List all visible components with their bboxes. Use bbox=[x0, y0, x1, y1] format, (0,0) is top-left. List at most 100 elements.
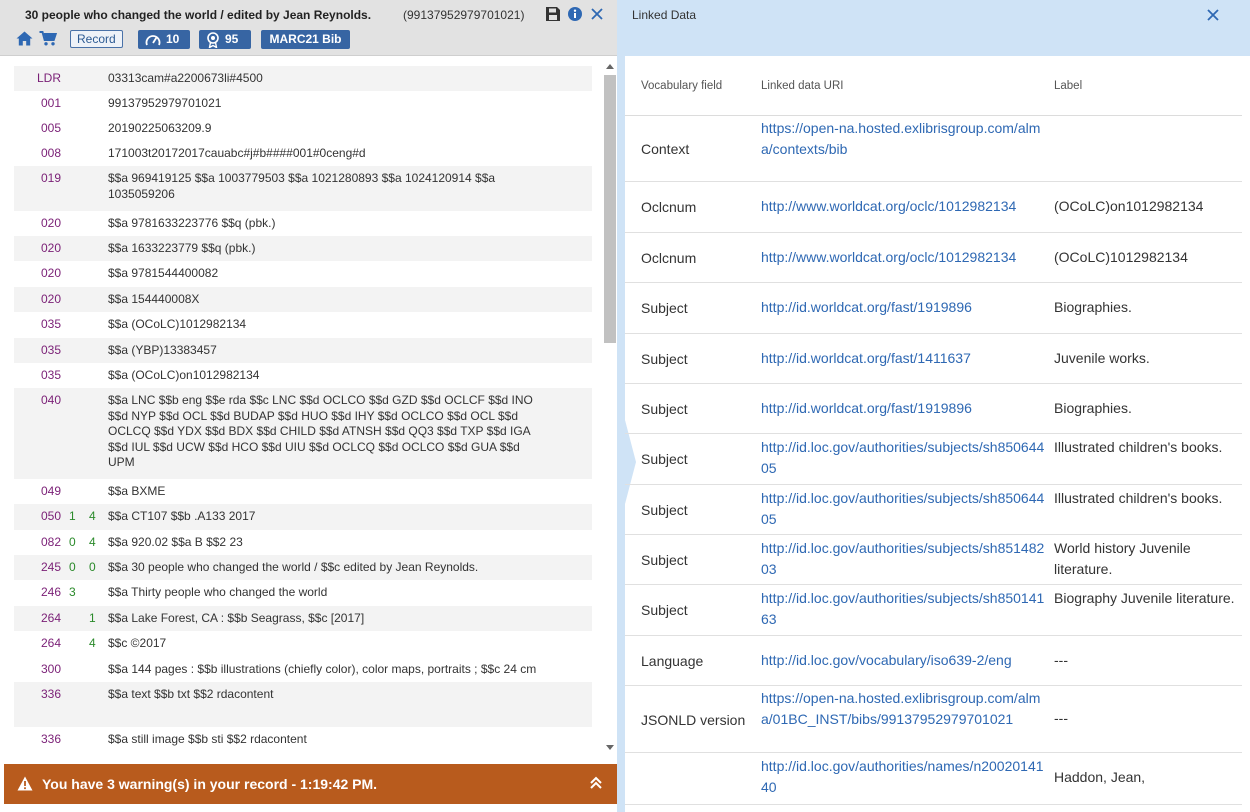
marc-field-row[interactable]: 300 $$a 144 pages : $$b illustrations (ch… bbox=[14, 657, 592, 682]
linked-data-row: Context https://open-na.hosted.exlibrisgr… bbox=[625, 116, 1242, 182]
scroll-down-arrow[interactable] bbox=[606, 745, 614, 750]
marc-field-row[interactable]: 020 $$a 154440008X bbox=[14, 287, 592, 312]
close-icon[interactable] bbox=[589, 6, 605, 22]
linked-data-uri-link[interactable]: https://open-na.hosted.exlibrisgroup.com… bbox=[761, 118, 1047, 160]
marc-tag: 245 bbox=[41, 560, 62, 574]
close-icon[interactable] bbox=[1205, 7, 1221, 23]
marc-editor-pane: 30 people who changed the world / edited… bbox=[0, 0, 617, 812]
marc-tag: LDR bbox=[37, 71, 62, 85]
save-icon[interactable] bbox=[545, 6, 561, 22]
linked-data-uri-link[interactable]: http://id.worldcat.org/fast/1919896 bbox=[761, 297, 1047, 318]
linked-data-uri-link[interactable]: http://id.loc.gov/authorities/subjects/s… bbox=[761, 437, 1047, 479]
linked-data-uri-link[interactable]: https://open-na.hosted.exlibrisgroup.com… bbox=[761, 688, 1047, 730]
linked-data-uri-link[interactable]: http://www.worldcat.org/oclc/1012982134 bbox=[761, 247, 1047, 268]
linked-data-row: Subject http://id.loc.gov/authorities/sub… bbox=[625, 585, 1242, 636]
marc-tag: 005 bbox=[41, 121, 62, 135]
scroll-up-arrow[interactable] bbox=[606, 64, 614, 69]
chevron-double-up-icon[interactable] bbox=[589, 776, 603, 790]
vocabulary-field: Subject bbox=[641, 451, 688, 467]
marc-field-row[interactable]: 264 4 $$c ©2017 bbox=[14, 631, 592, 657]
linked-data-label: --- bbox=[1054, 710, 1068, 726]
marc-field-row[interactable]: 245 0 0 $$a 30 people who changed the world… bbox=[14, 555, 592, 580]
vocabulary-field: Subject bbox=[641, 552, 688, 568]
marc-field-row[interactable]: 020 $$a 9781633223776 $$q (pbk.) bbox=[14, 211, 592, 236]
cart-icon[interactable] bbox=[39, 31, 57, 46]
marc-field-row[interactable]: 001 99137952979701021 bbox=[14, 91, 592, 116]
marc-field-row[interactable]: 035 $$a (OCoLC)1012982134 bbox=[14, 312, 592, 338]
home-icon[interactable] bbox=[16, 31, 33, 46]
award-badge[interactable]: 95 bbox=[199, 30, 251, 49]
linked-data-label: Illustrated children's books. bbox=[1054, 439, 1223, 455]
marc-tag: 040 bbox=[41, 393, 62, 407]
linked-data-label: --- bbox=[1054, 652, 1068, 668]
scroll-thumb[interactable] bbox=[604, 75, 616, 343]
linked-data-uri-link[interactable]: http://id.loc.gov/authorities/subjects/s… bbox=[761, 538, 1047, 580]
marc-field-row[interactable]: 050 1 4 $$a CT107 $$b .A133 2017 bbox=[14, 504, 592, 530]
linked-data-uri-link[interactable]: http://id.worldcat.org/fast/1919896 bbox=[761, 398, 1047, 419]
linked-data-label: (OCoLC)1012982134 bbox=[1054, 249, 1188, 265]
marc-indicator-2: 0 bbox=[89, 560, 96, 574]
linked-data-label: Biographies. bbox=[1054, 400, 1132, 416]
marc-field-content: $$a 154440008X bbox=[108, 292, 200, 306]
marc-field-row[interactable]: 019 $$a 969419125 $$a 1003779503 $$a 1021… bbox=[14, 166, 592, 211]
marc-field-row[interactable]: LDR 03313cam#a2200673li#4500 bbox=[14, 66, 592, 91]
speed-badge[interactable]: 10 bbox=[138, 30, 190, 49]
linked-data-row: http://id.loc.gov/authorities/names/n200… bbox=[625, 753, 1242, 805]
marc-tag: 246 bbox=[41, 585, 62, 599]
marc-indicator-2: 4 bbox=[89, 636, 96, 650]
marc-scrollbar[interactable] bbox=[602, 60, 616, 756]
marc-field-row[interactable]: 035 $$a (OCoLC)on1012982134 bbox=[14, 363, 592, 388]
marc-field-content: $$a still image $$b sti $$2 rdacontent bbox=[108, 732, 307, 746]
warning-icon bbox=[17, 776, 33, 791]
record-id: (99137952979701021) bbox=[403, 8, 525, 22]
vocabulary-field: Subject bbox=[641, 502, 688, 518]
marc-field-row[interactable]: 008 171003t20172017cauabc#j#b####001#0cen… bbox=[14, 141, 592, 166]
linked-data-label: Haddon, Jean, bbox=[1054, 769, 1146, 785]
marc-field-content: $$a 30 people who changed the world / $$… bbox=[108, 560, 479, 574]
linked-data-row: Subject http://id.worldcat.org/fast/19198… bbox=[625, 283, 1242, 334]
marc-field-content: $$a text $$b txt $$2 rdacontent bbox=[108, 687, 274, 701]
marc-tag: 020 bbox=[41, 241, 62, 255]
warning-bar[interactable]: You have 3 warning(s) in your record - 1… bbox=[4, 764, 617, 804]
vocabulary-field: Oclcnum bbox=[641, 199, 697, 215]
marc-field-row[interactable]: 082 0 4 $$a 920.02 $$a B $$2 23 bbox=[14, 530, 592, 555]
marc-field-row[interactable]: 264 1 $$a Lake Forest, CA : $$b Seagrass, … bbox=[14, 606, 592, 631]
marc-tag: 336 bbox=[41, 732, 62, 746]
linked-data-row: JSONLD version https://open-na.hosted.exl… bbox=[625, 686, 1242, 753]
marc-field-row[interactable]: 336 $$a still image $$b sti $$2 rdaconten… bbox=[14, 727, 592, 753]
marc-field-row[interactable]: 040 $$a LNC $$b eng $$e rda $$c LNC $$d O… bbox=[14, 388, 592, 479]
marc-tag: 049 bbox=[41, 484, 62, 498]
linked-data-uri-link[interactable]: http://id.loc.gov/authorities/names/n200… bbox=[761, 756, 1047, 798]
linked-data-table-header: Vocabulary field Linked data URI Label bbox=[625, 56, 1242, 116]
linked-data-uri-link[interactable]: http://id.worldcat.org/fast/1411637 bbox=[761, 348, 1047, 369]
record-badge[interactable]: Record bbox=[70, 30, 123, 48]
marc-field-row[interactable]: 246 3 $$a Thirty people who changed the wo… bbox=[14, 580, 592, 606]
marc-field-row[interactable]: 020 $$a 9781544400082 bbox=[14, 261, 592, 287]
linked-data-uri-link[interactable]: http://www.worldcat.org/oclc/1012982134 bbox=[761, 196, 1047, 217]
marc-field-row[interactable]: 035 $$a (YBP)13383457 bbox=[14, 338, 592, 363]
marc-tag: 082 bbox=[41, 535, 62, 549]
marc-field-content: 03313cam#a2200673li#4500 bbox=[108, 71, 263, 85]
linked-data-row: Oclcnum http://www.worldcat.org/oclc/1012… bbox=[625, 233, 1242, 283]
vocabulary-field: Subject bbox=[641, 351, 688, 367]
info-icon[interactable] bbox=[567, 6, 583, 22]
marc-field-content: $$a 9781633223776 $$q (pbk.) bbox=[108, 216, 276, 230]
column-header-vocabulary-field: Vocabulary field bbox=[641, 80, 723, 92]
format-badge[interactable]: MARC21 Bib bbox=[261, 30, 350, 49]
marc-fields-area[interactable]: LDR 03313cam#a2200673li#4500 001 9913795297… bbox=[0, 56, 617, 764]
marc-field-content: $$a 9781544400082 bbox=[108, 266, 219, 280]
linked-data-uri-link[interactable]: http://id.loc.gov/vocabulary/iso639-2/en… bbox=[761, 650, 1047, 671]
marc-field-content: $$a 1633223779 $$q (pbk.) bbox=[108, 241, 256, 255]
marc-field-row[interactable]: 336 $$a text $$b txt $$2 rdacontent bbox=[14, 682, 592, 727]
marc-field-row[interactable]: 049 $$a BXME bbox=[14, 479, 592, 504]
linked-data-uri-link[interactable]: http://id.loc.gov/authorities/subjects/s… bbox=[761, 488, 1047, 530]
marc-field-content: 20190225063209.9 bbox=[108, 121, 212, 135]
linked-data-uri-link[interactable]: http://id.loc.gov/authorities/subjects/s… bbox=[761, 588, 1047, 630]
record-header: 30 people who changed the world / edited… bbox=[0, 0, 617, 56]
linked-data-label: Biography Juvenile literature. bbox=[1054, 590, 1235, 606]
marc-field-row[interactable]: 020 $$a 1633223779 $$q (pbk.) bbox=[14, 236, 592, 261]
column-header-linked-data-uri: Linked data URI bbox=[761, 80, 844, 92]
marc-tag: 264 bbox=[41, 611, 62, 625]
marc-field-row[interactable]: 005 20190225063209.9 bbox=[14, 116, 592, 141]
linked-data-row: Subject http://id.loc.gov/authorities/sub… bbox=[625, 535, 1242, 585]
